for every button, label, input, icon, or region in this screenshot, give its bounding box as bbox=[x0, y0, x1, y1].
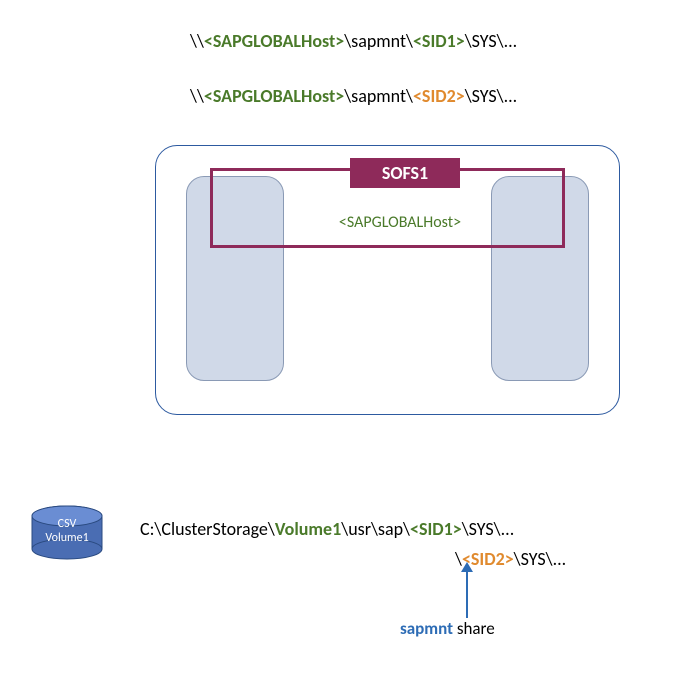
csv-volume-label: CSV Volume1 bbox=[30, 517, 104, 545]
sofs-label: SOFS1 bbox=[350, 158, 460, 188]
csv-line2: Volume1 bbox=[45, 531, 88, 545]
lp-mid: \usr\sap\ bbox=[341, 518, 410, 540]
path-host: <SAPGLOBALHost> bbox=[204, 30, 344, 52]
local-path-sid1: C:\ClusterStorage\Volume1\usr\sap\<SID1>… bbox=[140, 518, 514, 540]
path-prefix: \\ bbox=[190, 30, 204, 52]
path-suffix: \SYS\... bbox=[465, 85, 518, 107]
path-prefix: \\ bbox=[190, 85, 204, 107]
lp2-suffix: \SYS\... bbox=[514, 548, 567, 570]
path-sid2: <SID2> bbox=[413, 85, 465, 107]
arrow-label: sapmnt share bbox=[400, 618, 495, 639]
unc-path-sid2: \\<SAPGLOBALHost>\sapmnt\<SID2>\SYS\... bbox=[190, 85, 517, 107]
arrow-up-icon bbox=[466, 570, 468, 618]
lp-suffix: \SYS\... bbox=[462, 518, 515, 540]
arrow-bold: sapmnt bbox=[400, 618, 453, 639]
lp-vol: Volume1 bbox=[275, 518, 341, 540]
lp-prefix: C:\ClusterStorage\ bbox=[140, 518, 275, 540]
path-sid1: <SID1> bbox=[413, 30, 465, 52]
path-host: <SAPGLOBALHost> bbox=[204, 85, 344, 107]
csv-line1: CSV bbox=[58, 517, 77, 531]
sofs-host-label: <SAPGLOBALHost> bbox=[300, 213, 500, 232]
path-sapmnt: \sapmnt\ bbox=[344, 30, 413, 52]
path-suffix: \SYS\... bbox=[465, 30, 518, 52]
unc-path-sid1: \\<SAPGLOBALHost>\sapmnt\<SID1>\SYS\... bbox=[190, 30, 517, 52]
arrow-rest: share bbox=[453, 618, 495, 639]
path-sapmnt: \sapmnt\ bbox=[344, 85, 413, 107]
lp-sid1: <SID1> bbox=[410, 518, 462, 540]
